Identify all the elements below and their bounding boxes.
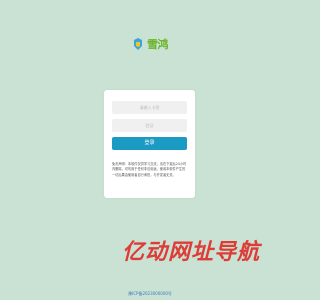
site-watermark: 亿动网址导航 [122, 240, 261, 265]
login-button[interactable]: 登录 [112, 137, 187, 150]
icp-link[interactable]: 豫ICP备2023000000号 [0, 291, 300, 297]
card-key-input[interactable] [112, 101, 187, 114]
cloud-logo-icon [134, 38, 142, 50]
brand-name: 雪鸿 [147, 38, 169, 51]
brand-logo: 雪鸿 [131, 36, 169, 52]
disclaimer-text: 免责声明：本软件仅供学习交流，请在下载后24小时内删除，切勿用于任何非法用途。使… [112, 162, 187, 177]
login-card: 登录 免责声明：本软件仅供学习交流，请在下载后24小时内删除，切勿用于任何非法用… [104, 90, 195, 198]
captcha-input[interactable] [112, 119, 187, 132]
